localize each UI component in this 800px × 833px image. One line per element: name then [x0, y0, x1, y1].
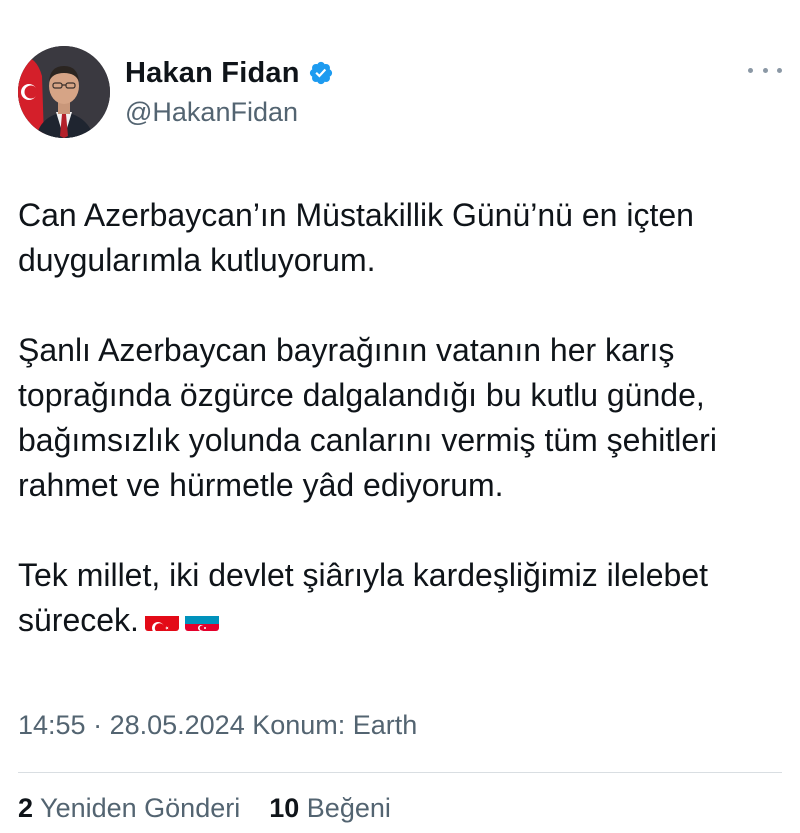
- tweet-date[interactable]: 28.05.2024: [110, 710, 245, 740]
- avatar-photo: [18, 46, 110, 138]
- likes-stat[interactable]: 10 Beğeni: [269, 793, 391, 823]
- verified-badge-icon[interactable]: [308, 60, 334, 86]
- likes-label: Beğeni: [299, 793, 391, 823]
- tweet-stats: 2 Yeniden Gönderi 10 Beğeni: [18, 793, 391, 824]
- reposts-count: 2: [18, 793, 34, 823]
- tweet-meta: 14:55 · 28.05.2024 Konum: Earth: [18, 710, 417, 741]
- tweet-header: Hakan Fidan @HakanFidan: [18, 46, 782, 138]
- avatar[interactable]: [18, 46, 110, 138]
- author-info: Hakan Fidan @HakanFidan: [125, 55, 334, 128]
- tweet-paragraph-1: Can Azerbaycan’ın Müstakillik Günü’nü en…: [18, 197, 694, 278]
- tweet-time[interactable]: 14:55: [18, 710, 86, 740]
- azerbaijan-flag: [184, 607, 219, 631]
- author-display-name[interactable]: Hakan Fidan: [125, 57, 300, 90]
- tweet-text: Can Azerbaycan’ın Müstakillik Günü’nü en…: [18, 193, 788, 643]
- reposts-stat[interactable]: 2 Yeniden Gönderi: [18, 793, 240, 823]
- tweet-card: Hakan Fidan @HakanFidan Can Azerbaycan’ı…: [0, 0, 800, 833]
- author-handle[interactable]: @HakanFidan: [125, 97, 334, 128]
- meta-separator: ·: [85, 710, 110, 740]
- likes-count: 10: [269, 793, 300, 823]
- tweet-location: Konum: Earth: [244, 710, 418, 740]
- divider: [18, 772, 782, 773]
- tweet-paragraph-3-text: Tek millet, iki devlet şiârıyla kardeşli…: [18, 557, 709, 638]
- display-name-row: Hakan Fidan: [125, 55, 334, 91]
- more-horizontal-icon[interactable]: [748, 60, 782, 80]
- turkey-flag: [144, 607, 179, 631]
- tweet-paragraph-3: Tek millet, iki devlet şiârıyla kardeşli…: [18, 553, 788, 643]
- tweet-paragraph-2: Şanlı Azerbaycan bayrağının vatanın her …: [18, 332, 717, 503]
- reposts-label: Yeniden Gönderi: [33, 793, 241, 823]
